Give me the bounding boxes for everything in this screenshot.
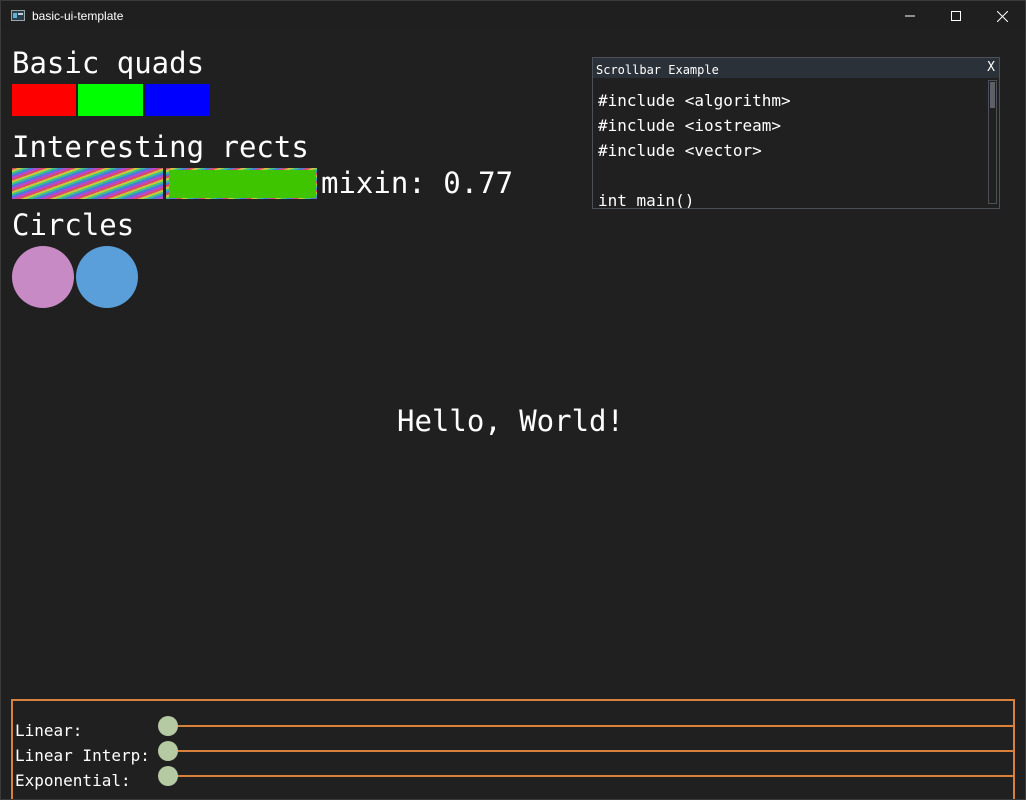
mixin-label: mixin: 0.77 [321, 166, 514, 200]
slider-handle-linear[interactable] [158, 716, 178, 736]
hello-world-text: Hello, World! [397, 404, 624, 438]
code-line: int main() [598, 191, 695, 208]
slider-exponential[interactable] [177, 775, 1015, 777]
scrollbar-thumb[interactable] [990, 82, 995, 108]
panel-header[interactable]: Scrollbar Example X [593, 58, 999, 78]
vertical-scrollbar[interactable] [988, 80, 997, 204]
slider-handle-linear-interp[interactable] [158, 741, 178, 761]
code-line: #include <iostream> [598, 116, 782, 135]
minimize-icon [905, 15, 915, 17]
maximize-icon [951, 11, 961, 21]
circle-pink [12, 246, 74, 308]
app-icon [11, 10, 25, 21]
slider-panel: Linear: Linear Interp: Exponential: [11, 699, 1015, 799]
slider-label-linear-interp: Linear Interp: [15, 746, 150, 765]
slider-label-exponential: Exponential: [15, 771, 131, 790]
quad-green [78, 84, 143, 116]
basic-quads-heading: Basic quads [12, 46, 205, 80]
close-button[interactable] [979, 1, 1025, 31]
app-window: basic-ui-template Basic quads Interestin… [0, 0, 1026, 800]
slider-linear-interp[interactable] [177, 750, 1015, 752]
scrollbar-example-panel: Scrollbar Example X #include <algorithm>… [592, 57, 1000, 209]
panel-close-button[interactable]: X [987, 58, 995, 78]
circles-heading: Circles [12, 208, 135, 242]
code-view[interactable]: #include <algorithm> #include <iostream>… [593, 78, 985, 208]
quad-red [12, 84, 76, 116]
code-line: #include <vector> [598, 141, 762, 160]
slider-handle-exponential[interactable] [158, 766, 178, 786]
minimize-button[interactable] [887, 1, 933, 31]
circle-blue [76, 246, 138, 308]
close-icon [996, 10, 1008, 22]
rainbow-rect [12, 168, 163, 199]
mixin-rect [166, 168, 317, 199]
mixin-rect-fill [169, 170, 316, 198]
panel-title: Scrollbar Example [596, 63, 719, 77]
quad-blue [145, 84, 210, 116]
slider-linear[interactable] [177, 725, 1015, 727]
maximize-button[interactable] [933, 1, 979, 31]
slider-label-linear: Linear: [15, 721, 83, 740]
interesting-rects-heading: Interesting rects [12, 130, 309, 164]
window-title: basic-ui-template [32, 9, 124, 23]
code-line: #include <algorithm> [598, 91, 791, 110]
title-bar: basic-ui-template [1, 1, 1025, 31]
